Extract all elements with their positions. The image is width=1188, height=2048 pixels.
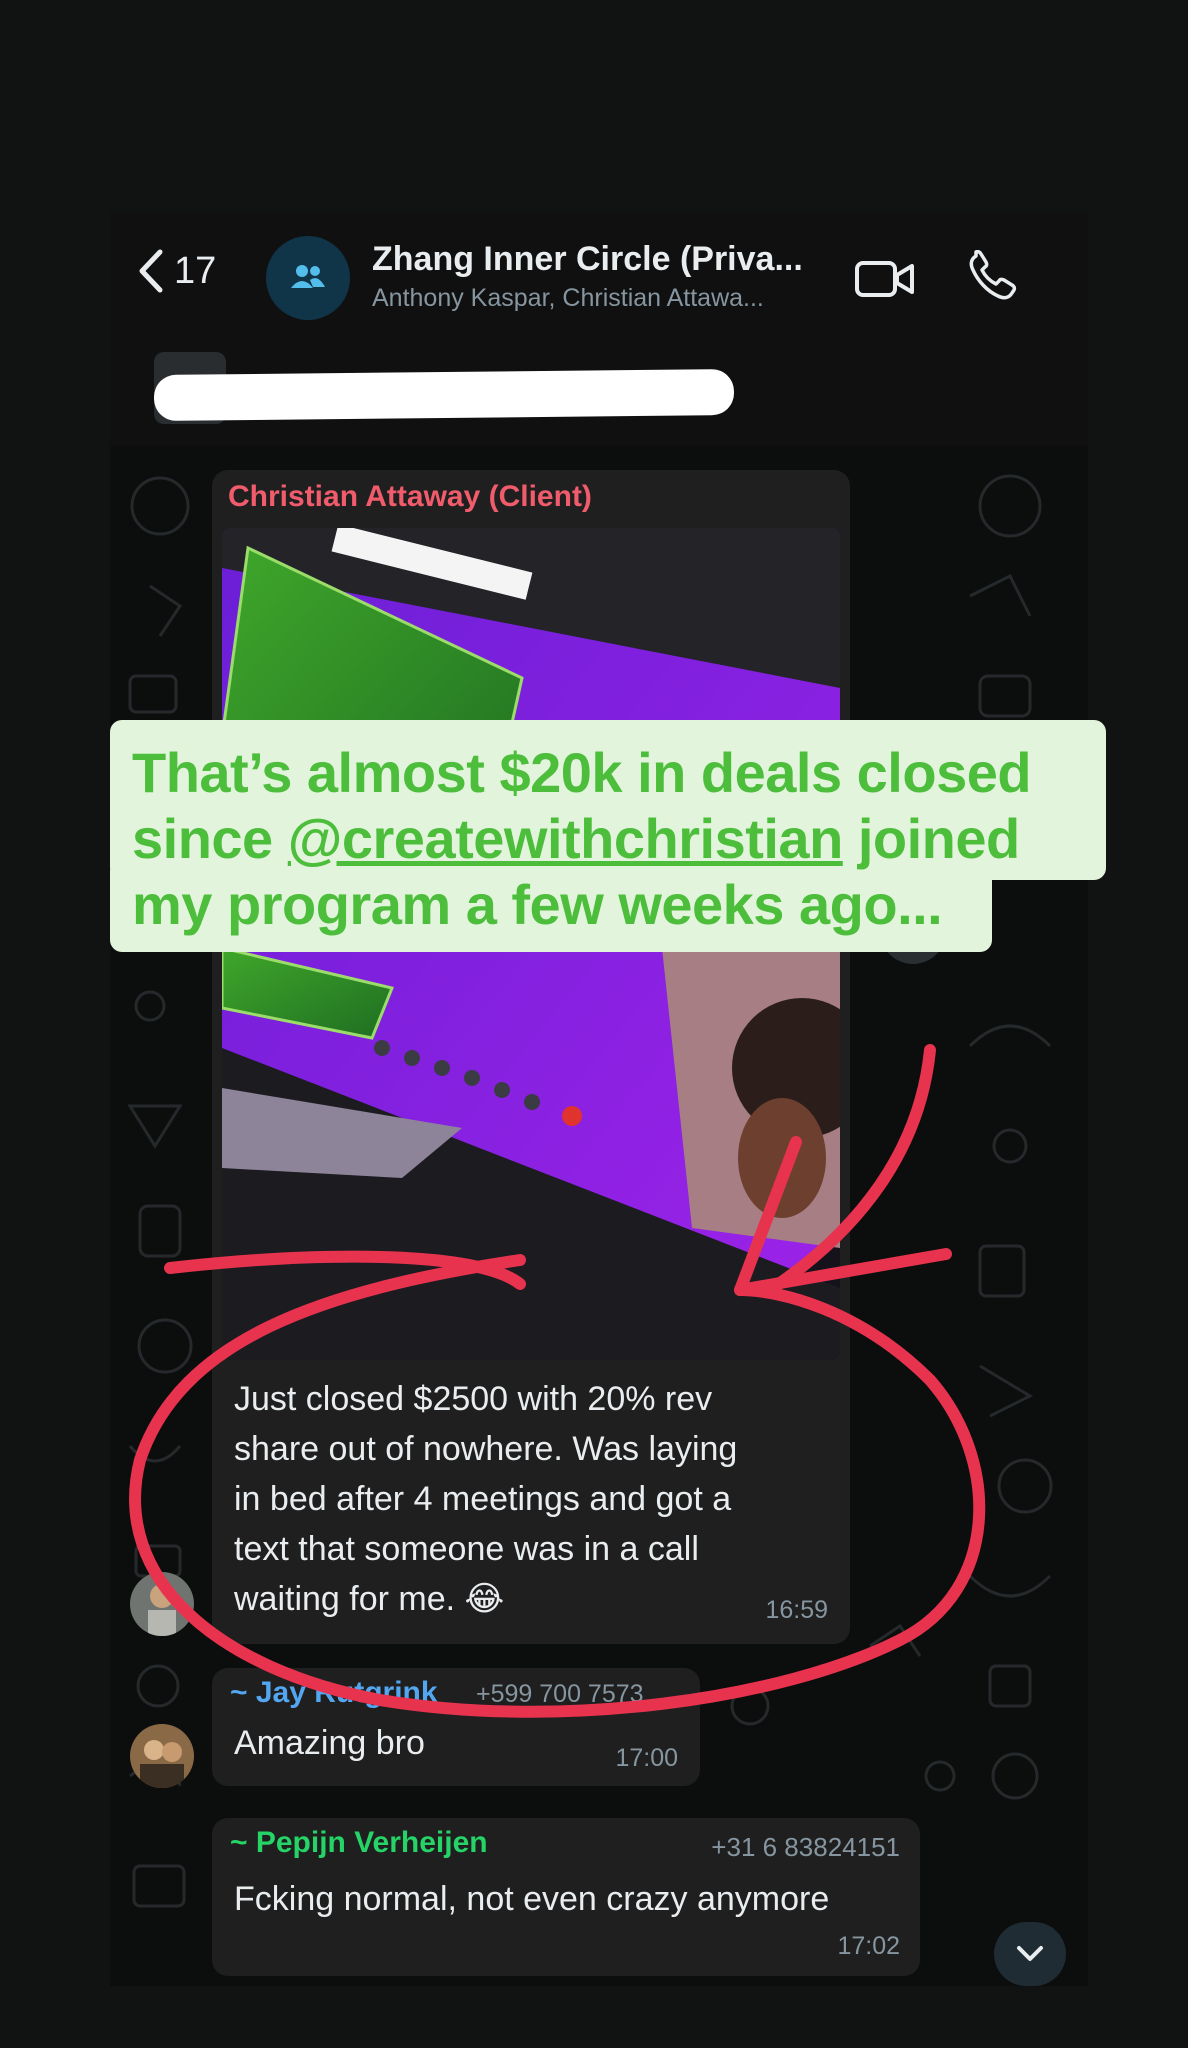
message-text: Amazing bro <box>234 1724 425 1762</box>
text-line: in bed after 4 meetings and got a <box>234 1480 732 1518</box>
group-members: Anthony Kaspar, Christian Attawa... <box>372 284 764 312</box>
unread-count: 17 <box>174 249 217 292</box>
text-line: waiting for me. 😂 <box>234 1580 505 1618</box>
chevron-down-icon <box>1017 1946 1043 1961</box>
text-line: share out of nowhere. Was laying <box>234 1430 738 1468</box>
chat-area[interactable]: Christian Attaway (Client) Just closed $… <box>110 446 1088 1986</box>
phone-icon[interactable] <box>966 250 1020 304</box>
group-icon <box>291 265 325 288</box>
video-camera-icon[interactable] <box>854 254 916 304</box>
back-button[interactable]: 17 <box>136 246 216 296</box>
group-title[interactable]: Zhang Inner Circle (Priva... <box>372 240 803 279</box>
message-time: 17:00 <box>615 1744 678 1772</box>
person-photo <box>130 1724 194 1788</box>
sender-name[interactable]: Christian Attaway (Client) <box>228 480 592 514</box>
message-bubble-1[interactable]: Christian Attaway (Client) Just closed $… <box>212 470 850 1644</box>
caption-text: since <box>132 807 288 870</box>
message-time: 16:59 <box>765 1596 828 1624</box>
mention-link[interactable]: @createwithchristian <box>288 807 844 870</box>
chat-header: 17 Zhang Inner Circle (Priva... Anthony … <box>110 212 1088 352</box>
caption-text: joined <box>842 807 1020 870</box>
text-line: Just closed $2500 with 20% rev <box>234 1380 713 1418</box>
caption-line-1: That’s almost $20k in deals closed <box>132 741 1032 804</box>
sender-phone: +599 700 7573 <box>476 1680 644 1708</box>
scroll-down-button[interactable] <box>994 1922 1066 1986</box>
message-bubble-2[interactable]: ~ Jay Rutgrink +599 700 7573 Amazing bro… <box>212 1668 700 1786</box>
sender-avatar[interactable] <box>130 1572 194 1636</box>
group-avatar[interactable] <box>266 236 350 320</box>
caption-line-3: my program a few weeks ago... <box>132 873 943 936</box>
sender-name[interactable]: ~ Jay Rutgrink <box>230 1676 438 1710</box>
caption-overlay: That’s almost $20k in deals closed since… <box>110 720 1106 952</box>
chat-screen: 17 Zhang Inner Circle (Priva... Anthony … <box>110 212 1088 1986</box>
message-text: Fcking normal, not even crazy anymore <box>234 1880 830 1918</box>
chevron-left-icon <box>139 249 163 293</box>
message-time: 17:02 <box>837 1932 900 1960</box>
sender-phone: +31 6 83824151 <box>711 1832 900 1862</box>
sender-name[interactable]: ~ Pepijn Verheijen <box>230 1826 488 1860</box>
text-line: text that someone was in a call <box>234 1530 699 1568</box>
caption-line-2: since @createwithchristian joined <box>132 806 1020 871</box>
redaction-scribble <box>153 368 735 422</box>
person-photo <box>130 1572 194 1636</box>
message-bubble-3[interactable]: ~ Pepijn Verheijen +31 6 83824151 Fcking… <box>212 1818 920 1976</box>
message-text: Just closed $2500 with 20% rev share out… <box>234 1374 834 1624</box>
sender-avatar[interactable] <box>130 1724 194 1788</box>
